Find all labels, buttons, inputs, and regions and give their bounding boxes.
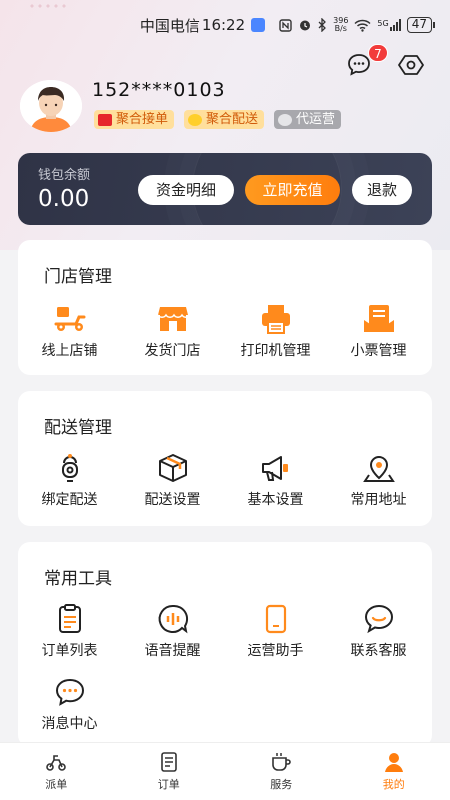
scooter-icon bbox=[54, 307, 85, 331]
nfc-icon bbox=[279, 18, 292, 32]
bluetooth-icon bbox=[318, 18, 327, 32]
avatar-illustration-icon bbox=[20, 80, 82, 132]
menu-item-label: 线上店铺 bbox=[41, 343, 98, 359]
location-icon bbox=[362, 456, 395, 482]
menu-item-label: 小票管理 bbox=[350, 343, 407, 359]
menu-item-label: 联系客服 bbox=[350, 643, 407, 659]
message-badge: 7 bbox=[368, 44, 388, 62]
courier-icon bbox=[61, 454, 78, 482]
menu-item-label: 语音提醒 bbox=[144, 643, 201, 659]
menu-item-order-list[interactable]: 订单列表 bbox=[18, 602, 121, 660]
menu-item-message-center[interactable]: 消息中心 bbox=[18, 675, 121, 733]
star-tag-icon bbox=[278, 113, 293, 126]
network-speed: 396 B/s bbox=[333, 16, 349, 33]
system-icons: 396 B/s 5G 47 bbox=[279, 16, 436, 33]
refund-button[interactable]: 退款 bbox=[352, 175, 412, 205]
signal-icon: 5G bbox=[377, 19, 401, 31]
megaphone-icon bbox=[261, 456, 288, 481]
recharge-button[interactable]: 立即充值 bbox=[245, 175, 340, 205]
voice-icon bbox=[158, 604, 188, 634]
settings-icon[interactable] bbox=[398, 52, 424, 78]
menu-item-label: 消息中心 bbox=[41, 716, 98, 732]
wallet-label: 钱包余额 bbox=[38, 168, 91, 183]
wifi-icon bbox=[354, 19, 371, 32]
tag-label: 聚合接单 bbox=[116, 112, 169, 127]
rider-icon bbox=[46, 755, 67, 771]
menu-item-basic-settings[interactable]: 基本设置 bbox=[224, 451, 327, 509]
menu-item-receipt-management[interactable]: 小票管理 bbox=[327, 302, 430, 360]
menu-item-label: 常用地址 bbox=[350, 492, 407, 508]
clock: 16:22 bbox=[201, 16, 246, 34]
battery-indicator: 47 bbox=[406, 17, 436, 33]
tab-label: 服务 bbox=[270, 778, 293, 791]
menu-item-label: 配送设置 bbox=[144, 492, 201, 508]
tab-label: 派单 bbox=[45, 778, 68, 791]
tag-aggregate-delivery[interactable]: 聚合配送 bbox=[184, 110, 265, 129]
receipt-box-icon bbox=[363, 305, 394, 332]
clipboard-icon bbox=[58, 604, 81, 633]
menu-item-online-store[interactable]: 线上店铺 bbox=[18, 302, 121, 360]
service-tags: 聚合接单 聚合配送 代运营 bbox=[94, 110, 342, 129]
chat-service-icon bbox=[364, 604, 393, 634]
package-icon bbox=[158, 454, 187, 482]
section-title: 门店管理 bbox=[44, 267, 112, 287]
menu-item-contact-service[interactable]: 联系客服 bbox=[327, 602, 430, 660]
alarm-icon bbox=[300, 20, 311, 31]
user-icon bbox=[384, 753, 403, 772]
message-button[interactable]: 7 bbox=[346, 44, 388, 78]
wallet-balance: 0.00 bbox=[38, 186, 90, 212]
menu-item-label: 绑定配送 bbox=[41, 492, 98, 508]
menu-item-voice-reminder[interactable]: 语音提醒 bbox=[121, 602, 224, 660]
tab-label: 我的 bbox=[382, 778, 405, 791]
menu-item-label: 基本设置 bbox=[247, 492, 304, 508]
coffee-icon bbox=[272, 753, 292, 771]
menu-item-label: 发货门店 bbox=[144, 343, 201, 359]
menu-item-common-address[interactable]: 常用地址 bbox=[327, 451, 430, 509]
tab-dispatch[interactable]: 派单 bbox=[0, 743, 113, 800]
signal-label: 5G bbox=[377, 19, 389, 28]
order-tag-icon bbox=[98, 113, 112, 126]
menu-item-label: 打印机管理 bbox=[240, 343, 311, 359]
menu-item-bind-delivery[interactable]: 绑定配送 bbox=[18, 451, 121, 509]
delivery-management-card: 配送管理 绑定配送 配送设置 基本设置 常用地址 bbox=[18, 391, 432, 526]
menu-item-delivery-settings[interactable]: 配送设置 bbox=[121, 451, 224, 509]
tablet-icon bbox=[265, 604, 286, 634]
store-management-card: 门店管理 线上店铺 发货门店 打印机管理 小票管理 bbox=[18, 240, 432, 375]
app-notification-icon bbox=[251, 18, 266, 32]
menu-item-operation-assistant[interactable]: 运营助手 bbox=[224, 602, 327, 660]
tag-label: 代运营 bbox=[296, 112, 336, 127]
status-bar: 中国电信 16:22 396 B/s 5G 47 bbox=[0, 0, 450, 50]
delivery-tag-icon bbox=[188, 113, 203, 126]
fund-details-button[interactable]: 资金明细 bbox=[138, 175, 234, 205]
bottom-tab-bar: 派单 订单 服务 我的 bbox=[0, 742, 450, 800]
menu-item-printer-management[interactable]: 打印机管理 bbox=[224, 302, 327, 360]
avatar[interactable] bbox=[20, 80, 82, 132]
section-title: 配送管理 bbox=[44, 418, 112, 438]
carrier-name: 中国电信 bbox=[139, 16, 200, 35]
user-phone: 152****0103 bbox=[92, 79, 226, 101]
menu-item-label: 订单列表 bbox=[41, 643, 98, 659]
common-tools-card: 常用工具 订单列表 语音提醒 运营助手 联系客服 消息中心 bbox=[18, 542, 432, 747]
wallet-card: 钱包余额 0.00 资金明细 立即充值 退款 bbox=[18, 153, 432, 225]
storefront-icon bbox=[156, 307, 189, 331]
tab-orders[interactable]: 订单 bbox=[113, 743, 226, 800]
menu-item-shipping-store[interactable]: 发货门店 bbox=[121, 302, 224, 360]
tab-mine[interactable]: 我的 bbox=[338, 743, 450, 800]
tag-aggregate-orders[interactable]: 聚合接单 bbox=[94, 110, 175, 129]
order-icon bbox=[160, 752, 177, 772]
menu-item-label: 运营助手 bbox=[247, 643, 304, 659]
tag-label: 聚合配送 bbox=[206, 112, 259, 127]
tag-operation-agent[interactable]: 代运营 bbox=[274, 110, 342, 129]
tab-label: 订单 bbox=[157, 778, 180, 791]
section-title: 常用工具 bbox=[44, 569, 112, 589]
tab-services[interactable]: 服务 bbox=[225, 743, 338, 800]
printer-icon bbox=[261, 305, 290, 334]
header-actions: 7 bbox=[346, 44, 424, 78]
message-icon bbox=[55, 678, 84, 706]
